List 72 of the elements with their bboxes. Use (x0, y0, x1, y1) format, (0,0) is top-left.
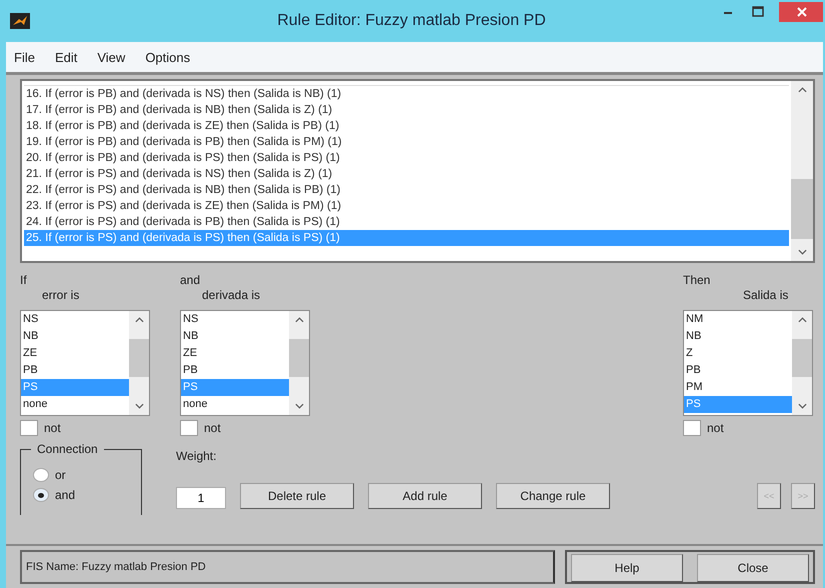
rule-item[interactable]: 19. If (error is PB) and (derivada is PB) then (Salida is PM) (1) (24, 134, 789, 150)
rule-list[interactable] (20, 79, 815, 263)
list-item[interactable]: NM (684, 311, 792, 328)
rule-item[interactable]: 20. If (error is PB) and (derivada is PS) then (Salida is PS) (1) (24, 150, 789, 166)
list-item[interactable]: ZE (181, 345, 289, 362)
scroll-up-icon[interactable] (798, 87, 806, 93)
scrollbar[interactable] (289, 311, 309, 415)
membership-list[interactable]: NM NB Z PB PM PS (683, 310, 813, 416)
checkbox-label: not (44, 421, 61, 435)
list-item[interactable]: none (181, 396, 289, 413)
footer-button[interactable]: Help (571, 554, 683, 582)
radio-button[interactable] (33, 468, 49, 482)
scroll-down-icon[interactable] (134, 403, 144, 409)
window-title: Rule Editor: Fuzzy matlab Presion PD (276, 12, 547, 30)
weight-label: Weight: (176, 449, 218, 465)
scroll-down-icon[interactable] (798, 249, 806, 255)
group-title: Connection (31, 442, 104, 456)
checkbox[interactable] (683, 420, 701, 436)
variable-label: error is (41, 288, 80, 304)
list-item[interactable]: none (21, 396, 129, 413)
weight-field[interactable]: 1 (176, 487, 226, 509)
list-item[interactable]: PB (21, 362, 129, 379)
close-icon[interactable] (779, 2, 823, 22)
list-item[interactable]: ZE (21, 345, 129, 362)
rule-item[interactable]: 17. If (error is PB) and (derivada is NB) then (Salida is Z) (1) (24, 102, 789, 118)
status-text: FIS Name: Fuzzy matlab Presion PD (26, 561, 206, 573)
scroll-up-icon[interactable] (294, 317, 304, 323)
rule-item[interactable]: 23. If (error is PS) and (derivada is ZE) then (Salida is PM) (1) (24, 198, 789, 214)
variable-label: derivada is (201, 288, 262, 304)
footer-button[interactable]: Close (697, 554, 809, 582)
connector-label: Then (683, 273, 712, 288)
action-button[interactable]: Change rule (496, 483, 610, 509)
scroll-down-icon[interactable] (798, 403, 806, 409)
action-button[interactable]: Add rule (368, 483, 482, 509)
rule-item[interactable]: 16. If (error is PB) and (derivada is NS) then (Salida is NB) (1) (24, 86, 789, 102)
scroll-up-icon[interactable] (134, 317, 144, 323)
membership-list[interactable]: NS NB ZE PB PS none (180, 310, 310, 416)
scrollbar[interactable] (129, 311, 149, 415)
connector-label: and (180, 273, 202, 288)
list-item[interactable]: PB (684, 362, 792, 379)
scrollbar[interactable] (792, 311, 812, 415)
list-item[interactable]: Z (684, 345, 792, 362)
rule-item[interactable]: 21. If (error is PS) and (derivada is NS) then (Salida is Z) (1) (24, 166, 789, 182)
list-item[interactable]: NS (181, 311, 289, 328)
list-item[interactable]: PB (181, 362, 289, 379)
list-item[interactable]: NS (21, 311, 129, 328)
menu-item[interactable]: Options (145, 50, 190, 64)
action-button[interactable]: Delete rule (240, 483, 354, 509)
radio-label: and (55, 488, 76, 502)
menu-item[interactable]: File (14, 50, 35, 64)
checkbox[interactable] (180, 420, 198, 436)
rule-item[interactable]: 18. If (error is PB) and (derivada is ZE) then (Salida is PB) (1) (24, 118, 789, 134)
scroll-up-icon[interactable] (798, 317, 806, 323)
membership-list[interactable]: NS NB ZE PB PS none (20, 310, 150, 416)
checkbox-label: not (204, 421, 221, 435)
list-item[interactable]: NB (684, 328, 792, 345)
radio-label: or (55, 468, 66, 482)
menu-item[interactable]: Edit (54, 50, 78, 64)
app-logo-icon (10, 13, 30, 29)
scroll-down-icon[interactable] (294, 403, 304, 409)
scrollbar[interactable] (791, 81, 813, 261)
checkbox-label: not (707, 421, 724, 435)
rule-item[interactable]: 24. If (error is PS) and (derivada is PB) then (Salida is PS) (1) (24, 214, 789, 230)
radio-button[interactable] (33, 488, 49, 502)
menu-item[interactable]: View (97, 50, 126, 64)
list-item[interactable]: NB (181, 328, 289, 345)
connector-label: If (20, 273, 28, 288)
list-item[interactable]: PM (684, 379, 792, 396)
rule-item[interactable]: 22. If (error is PS) and (derivada is NB) then (Salida is PB) (1) (24, 182, 789, 198)
variable-label: Salida is (742, 288, 790, 304)
list-item[interactable]: NB (21, 328, 129, 345)
checkbox[interactable] (20, 420, 38, 436)
